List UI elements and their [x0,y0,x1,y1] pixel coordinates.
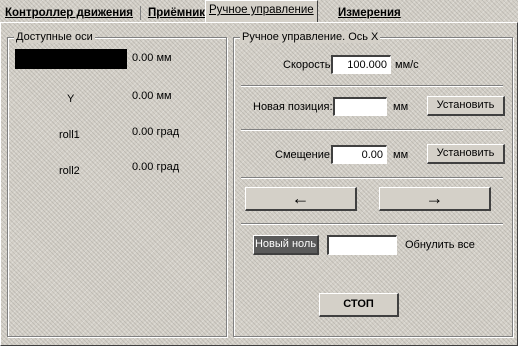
set-position-button[interactable]: Установить [427,96,505,116]
tab-receiver[interactable]: Приёмник [145,4,208,22]
offset-input[interactable] [331,145,387,164]
axis-y-value: 0.00 мм [132,90,172,102]
available-axes-title: Доступные оси [14,31,95,43]
tab-measurements[interactable]: Измерения [335,4,404,22]
new-position-input[interactable] [333,97,387,116]
speed-label: Скорость: [283,59,334,71]
new-position-label: Новая позиция: [253,101,333,113]
available-axes-group: Доступные оси [7,31,227,337]
manual-control-group: Ручное управление. Ось X [233,31,513,337]
axis-x-value: 0.00 мм [132,52,172,64]
tab-motion-controller[interactable]: Контроллер движения [2,4,136,22]
new-zero-input[interactable] [327,235,397,255]
new-zero-input-field[interactable] [332,237,393,254]
new-zero-button[interactable]: Новый ноль [253,235,319,255]
new-position-input-field[interactable] [338,99,383,115]
move-left-button[interactable]: ← [245,187,357,211]
tab-manual-control[interactable]: Ручное управление [205,0,318,23]
axis-item-y[interactable]: Y [67,93,74,105]
reset-all-label[interactable]: Обнулить все [405,239,475,251]
offset-label: Смещение: [275,149,334,161]
tab-page: Доступные оси 0.00 мм Y 0.00 мм roll1 0.… [0,22,518,346]
axis-item-x-selected[interactable] [15,49,127,69]
stop-button[interactable]: СТОП [319,293,399,317]
speed-input[interactable] [331,55,391,74]
speed-unit: мм/с [395,59,419,71]
axis-roll1-value: 0.00 град [132,126,180,138]
divider [241,85,503,87]
manual-control-title: Ручное управление. Ось X [240,31,381,43]
arrow-right-icon: → [425,188,444,208]
axis-roll2-value: 0.00 град [132,161,180,173]
set-offset-button[interactable]: Установить [427,144,505,164]
tab-separator [140,6,141,20]
offset-input-field[interactable] [336,147,383,163]
axis-item-roll1[interactable]: roll1 [59,129,80,141]
divider [241,129,503,131]
divider [241,223,503,225]
new-position-unit: мм [393,101,409,113]
axis-item-roll2[interactable]: roll2 [59,165,80,177]
arrow-left-icon: ← [291,188,310,208]
offset-unit: мм [393,149,409,161]
speed-input-field[interactable] [336,57,387,73]
divider [241,177,503,179]
move-right-button[interactable]: → [379,187,491,211]
